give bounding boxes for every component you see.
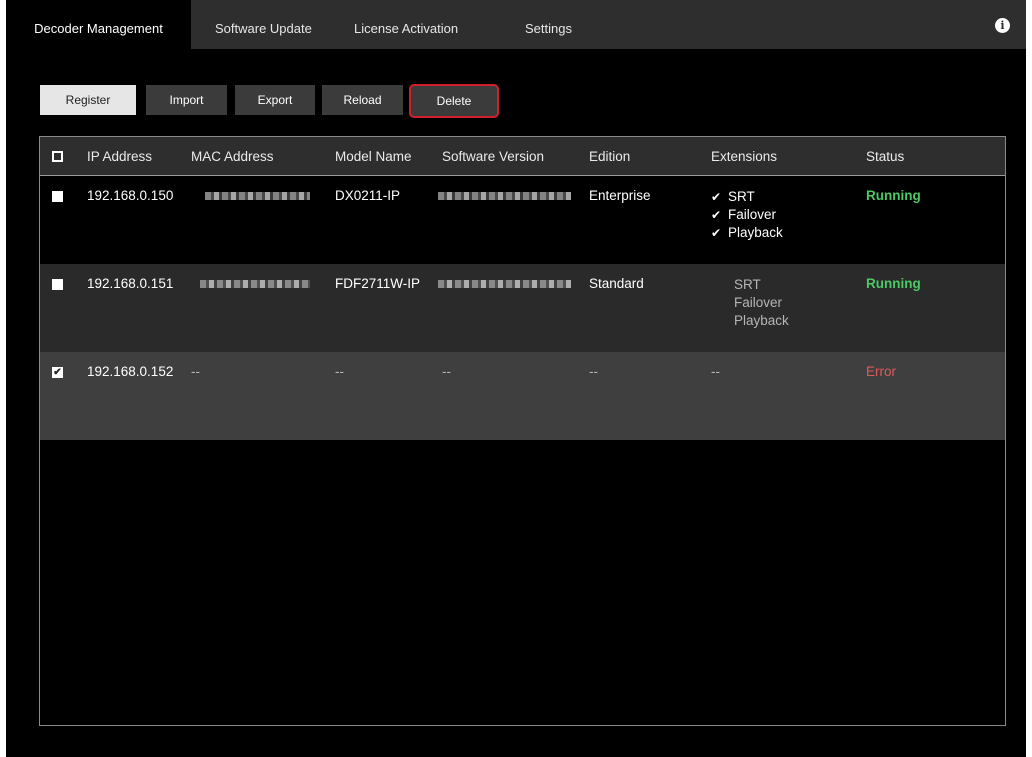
table-row[interactable]: 192.168.0.150 DX0211-IP Enterprise ✔ SRT …: [40, 176, 1005, 264]
extension-srt: SRT: [728, 189, 755, 204]
tab-software-update[interactable]: Software Update: [215, 0, 312, 49]
edition-cell: --: [589, 364, 598, 379]
checkmark-icon: ✔: [711, 190, 722, 204]
checkmark-icon: ✔: [711, 208, 722, 222]
status-badge: Running: [866, 276, 921, 291]
extensions-list: SRT Failover Playback: [734, 276, 789, 330]
column-header-version[interactable]: Software Version: [442, 137, 544, 175]
column-header-mac[interactable]: MAC Address: [191, 137, 274, 175]
row-checkbox[interactable]: [52, 279, 63, 290]
extension-failover: Failover: [734, 295, 783, 310]
model-name-cell: FDF2711W-IP: [335, 276, 421, 291]
tab-settings[interactable]: Settings: [525, 0, 572, 49]
tab-license-activation[interactable]: License Activation: [354, 0, 458, 49]
decoder-management-app: Decoder Management Software Update Licen…: [6, 0, 1026, 757]
column-header-extensions[interactable]: Extensions: [711, 137, 777, 175]
mac-address-redacted: [205, 192, 310, 200]
extension-failover: Failover: [728, 207, 777, 222]
status-badge: Error: [866, 364, 896, 379]
edition-cell: Enterprise: [589, 188, 651, 203]
column-header-edition[interactable]: Edition: [589, 137, 630, 175]
row-checkbox[interactable]: [52, 191, 63, 202]
export-button[interactable]: Export: [235, 85, 315, 115]
info-icon[interactable]: i: [995, 18, 1010, 33]
register-button[interactable]: Register: [40, 85, 136, 115]
column-header-ip[interactable]: IP Address: [87, 137, 152, 175]
ip-address-cell: 192.168.0.150: [87, 188, 174, 203]
column-header-status[interactable]: Status: [866, 137, 904, 175]
mac-address-redacted: [200, 280, 310, 288]
delete-button[interactable]: Delete: [409, 84, 499, 118]
ip-address-cell: 192.168.0.151: [87, 276, 174, 291]
table-row[interactable]: 192.168.0.151 FDF2711W-IP Standard SRT F…: [40, 264, 1005, 352]
extension-playback: Playback: [734, 313, 789, 328]
edition-cell: Standard: [589, 276, 644, 291]
select-all-checkbox[interactable]: [52, 151, 63, 162]
extension-srt: SRT: [734, 277, 761, 292]
tab-bar: Decoder Management Software Update Licen…: [6, 0, 1026, 49]
extension-playback: Playback: [728, 225, 783, 240]
table-header: IP Address MAC Address Model Name Softwa…: [40, 137, 1005, 176]
column-header-model[interactable]: Model Name: [335, 137, 412, 175]
table-row[interactable]: ✔ 192.168.0.152 -- -- -- -- -- Error: [40, 352, 1005, 440]
decoder-table: IP Address MAC Address Model Name Softwa…: [39, 136, 1006, 726]
row-checkbox-checked[interactable]: ✔: [52, 367, 63, 378]
model-name-cell: DX0211-IP: [335, 188, 401, 203]
tab-decoder-management[interactable]: Decoder Management: [6, 0, 191, 49]
ip-address-cell: 192.168.0.152: [87, 364, 174, 379]
extensions-cell: --: [711, 364, 720, 379]
mac-address-cell: --: [191, 364, 200, 379]
software-version-cell: --: [442, 364, 451, 379]
status-badge: Running: [866, 188, 921, 203]
software-version-redacted: [438, 192, 571, 200]
reload-button[interactable]: Reload: [322, 85, 403, 115]
software-version-redacted: [438, 280, 571, 288]
import-button[interactable]: Import: [146, 85, 227, 115]
extensions-list: ✔ SRT ✔ Failover ✔ Playback: [711, 188, 783, 242]
model-name-cell: --: [335, 364, 344, 379]
checkmark-icon: ✔: [711, 226, 722, 240]
